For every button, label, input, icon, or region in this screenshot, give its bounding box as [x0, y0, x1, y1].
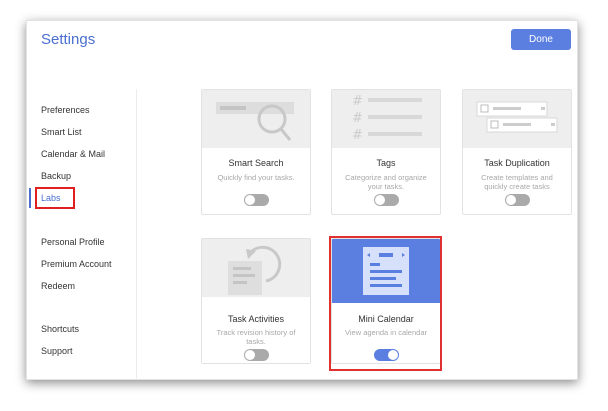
magnifier-icon	[216, 102, 294, 141]
sidebar-item-backup[interactable]: Backup	[41, 171, 71, 181]
feature-description: Categorize and organize your tasks.	[345, 173, 427, 191]
task-activities-thumbnail	[202, 239, 310, 297]
svg-text:#: #	[352, 128, 363, 143]
feature-name: Tags	[376, 158, 396, 168]
sidebar-item-personal-profile[interactable]: Personal Profile	[41, 237, 105, 247]
smart-search-toggle[interactable]	[244, 194, 269, 206]
feature-description: Quickly find your tasks.	[217, 173, 295, 182]
feature-card-task-activities: Task Activities Track revision history o…	[201, 238, 311, 364]
feature-card-task-duplication: Task Duplication Create templates and qu…	[462, 89, 572, 215]
tags-toggle[interactable]	[374, 194, 399, 206]
toggle-knob	[245, 350, 255, 360]
done-button[interactable]: Done	[511, 29, 571, 50]
task-duplication-thumbnail	[463, 90, 571, 148]
active-indicator	[29, 188, 31, 208]
feature-name: Task Activities	[227, 314, 285, 324]
svg-text:#: #	[352, 111, 363, 126]
sidebar-item-smart-list[interactable]: Smart List	[41, 127, 82, 137]
feature-card-smart-search: Smart Search Quickly find your tasks.	[201, 89, 311, 215]
settings-sidebar: Preferences Smart List Calendar & Mail B…	[27, 89, 137, 379]
svg-text:#: #	[352, 94, 363, 109]
hashtag-icon: # # #	[352, 94, 422, 143]
labs-highlight-box	[35, 187, 75, 209]
feature-description: Track revision history of tasks.	[216, 328, 296, 346]
sidebar-item-premium-account[interactable]: Premium Account	[41, 259, 112, 269]
sidebar-item-shortcuts[interactable]: Shortcuts	[41, 324, 79, 334]
page-title: Settings	[41, 31, 96, 48]
feature-name: Task Duplication	[484, 158, 550, 168]
task-duplication-toggle[interactable]	[505, 194, 530, 206]
feature-name: Smart Search	[228, 158, 284, 168]
smart-search-thumbnail	[202, 90, 310, 148]
feature-card-tags: # # # Tags Categorize and organize your …	[331, 89, 441, 215]
toggle-knob	[506, 195, 516, 205]
sidebar-item-preferences[interactable]: Preferences	[41, 105, 90, 115]
feature-description: Create templates and quickly create task…	[481, 173, 553, 191]
sidebar-item-calendar-mail[interactable]: Calendar & Mail	[41, 149, 105, 159]
mini-calendar-highlight-box	[329, 236, 442, 371]
toggle-knob	[245, 195, 255, 205]
tags-thumbnail: # # #	[332, 90, 440, 148]
sidebar-item-redeem[interactable]: Redeem	[41, 281, 75, 291]
toggle-knob	[375, 195, 385, 205]
task-activities-toggle[interactable]	[244, 349, 269, 361]
history-icon	[228, 245, 282, 295]
duplicate-icon	[476, 101, 558, 133]
settings-window: Settings Done Preferences Smart List Cal…	[26, 20, 578, 380]
sidebar-item-support[interactable]: Support	[41, 346, 73, 356]
